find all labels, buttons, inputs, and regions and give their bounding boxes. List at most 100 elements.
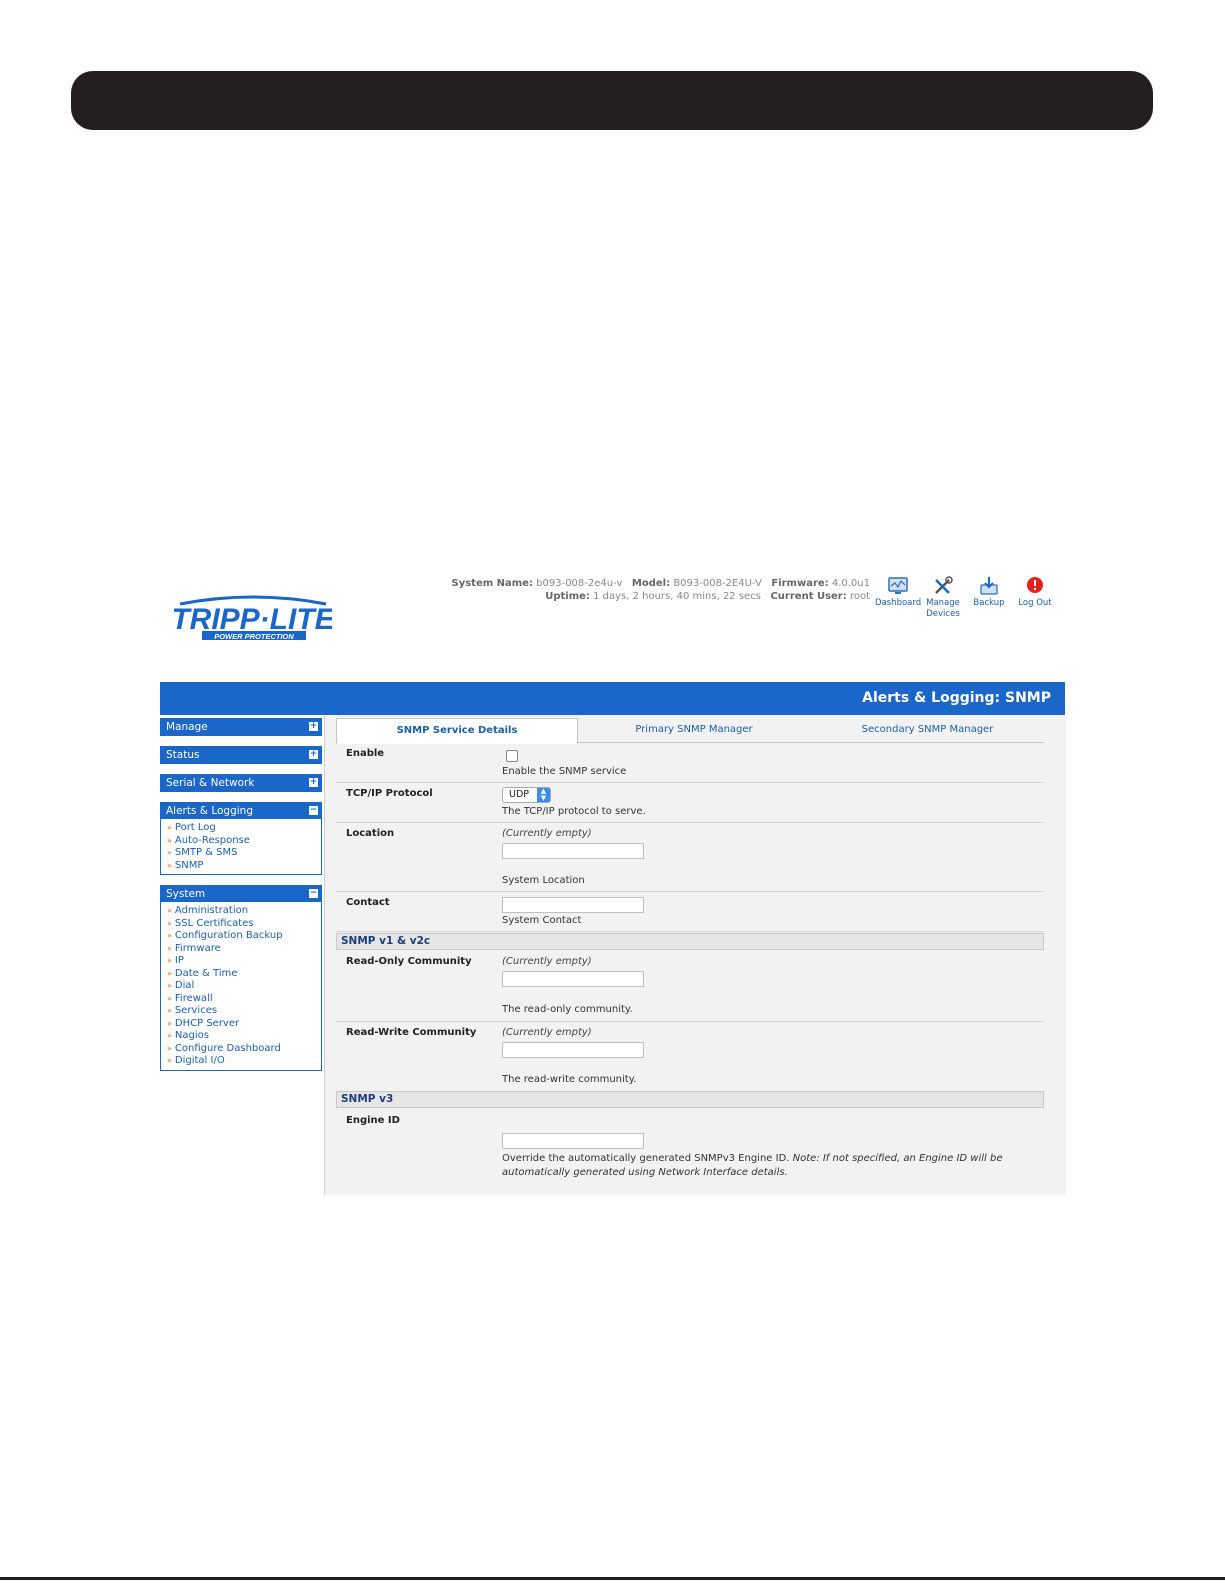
sidebar-item-configure-dashboard[interactable]: » Configure Dashboard xyxy=(167,1043,321,1056)
enable-checkbox[interactable] xyxy=(506,750,518,762)
location-row: Location (Currently empty) System Locati… xyxy=(336,823,1044,892)
sidebar-item-dial[interactable]: » Dial xyxy=(167,980,321,993)
tab-snmp-service-details[interactable]: SNMP Service Details xyxy=(336,718,578,744)
collapse-icon[interactable]: − xyxy=(309,806,318,815)
arrow-icon: » xyxy=(167,906,172,915)
sidebar-item-auto-response[interactable]: » Auto-Response xyxy=(167,835,321,848)
dashboard-button[interactable]: Dashboard xyxy=(875,576,921,609)
section-snmp-v1-v2c: SNMP v1 & v2c xyxy=(336,933,1044,950)
uptime-value: 1 days, 2 hours, 40 mins, 22 secs xyxy=(593,591,761,602)
arrow-icon: » xyxy=(167,931,172,940)
sidebar-serial-network-label: Serial & Network xyxy=(166,777,255,789)
read-write-community-label: Read-Write Community xyxy=(346,1027,477,1038)
sidebar-item-firewall[interactable]: » Firewall xyxy=(167,993,321,1006)
toolbar: Dashboard Manage Devices Backup Log Out xyxy=(875,576,1065,628)
contact-input[interactable] xyxy=(502,897,644,913)
manage-devices-label: Manage xyxy=(926,598,960,608)
sidebar-item-ip[interactable]: » IP xyxy=(167,955,321,968)
page-title-bar: Alerts & Logging: SNMP xyxy=(160,682,1065,715)
power-icon xyxy=(1027,577,1043,593)
read-only-community-input[interactable] xyxy=(502,971,644,987)
sidebar-system-header[interactable]: System − xyxy=(161,886,321,902)
dashboard-icon xyxy=(888,577,908,594)
manage-devices-label-2: Devices xyxy=(926,609,960,619)
backup-label: Backup xyxy=(973,598,1005,608)
contact-label: Contact xyxy=(346,897,390,908)
engine-id-description: Override the automatically generated SNM… xyxy=(502,1152,1032,1180)
arrow-icon: » xyxy=(167,1031,172,1040)
sidebar-item-smtp-sms[interactable]: » SMTP & SMS xyxy=(167,847,321,860)
sidebar-item-nagios[interactable]: » Nagios xyxy=(167,1030,321,1043)
logout-label: Log Out xyxy=(1018,598,1052,608)
arrow-icon: » xyxy=(167,993,172,1003)
model-value: B093-008-2E4U-V xyxy=(673,578,762,589)
sidebar-section-manage[interactable]: Manage + xyxy=(160,718,322,736)
engine-id-input[interactable] xyxy=(502,1133,644,1149)
arrow-icon: » xyxy=(167,968,172,978)
backup-icon xyxy=(980,577,998,595)
main-content: SNMP Service Details Primary SNMP Manage… xyxy=(324,715,1066,1195)
expand-icon[interactable]: + xyxy=(309,722,318,731)
collapse-icon[interactable]: − xyxy=(309,889,318,898)
contact-row: Contact System Contact xyxy=(336,892,1044,932)
tripp-lite-logo: TRIPP·LITE POWER PROTECTION xyxy=(171,586,336,642)
sidebar-item-administration[interactable]: » Administration xyxy=(167,905,321,918)
protocol-select-value: UDP xyxy=(509,789,529,800)
engine-id-note: Note: If not specified, an Engine ID wil… xyxy=(792,1153,1003,1164)
model-label: Model xyxy=(631,578,667,589)
sidebar-section-system: System − » Administration » SSL Certificat… xyxy=(160,885,322,1071)
screenshot: TRIPP·LITE POWER PROTECTION System Name:… xyxy=(160,570,1066,1195)
engine-id-description-text: Override the automatically generated SNM… xyxy=(502,1153,790,1164)
location-input[interactable] xyxy=(502,843,644,859)
sidebar-item-snmp[interactable]: » SNMP xyxy=(167,860,321,873)
tab-primary-snmp-manager[interactable]: Primary SNMP Manager xyxy=(577,718,811,742)
tools-icon xyxy=(935,576,953,594)
read-only-current-note: (Currently empty) xyxy=(502,956,592,967)
read-write-community-row: Read-Write Community (Currently empty) T… xyxy=(336,1022,1044,1092)
sidebar-status-label: Status xyxy=(166,749,200,761)
sidebar: Manage + Status + Serial & Network + Ale… xyxy=(160,718,322,1081)
protocol-label: TCP/IP Protocol xyxy=(346,788,433,799)
arrow-icon: » xyxy=(167,1018,172,1028)
expand-icon[interactable]: + xyxy=(309,750,318,759)
read-only-community-row: Read-Only Community (Currently empty) Th… xyxy=(336,951,1044,1022)
location-label: Location xyxy=(346,828,395,839)
read-write-community-input[interactable] xyxy=(502,1042,644,1058)
sidebar-alerts-header[interactable]: Alerts & Logging − xyxy=(161,803,321,819)
system-info: System Name: b093-008-2e4u-v Model: B093… xyxy=(451,578,871,602)
sidebar-item-port-log[interactable]: » Port Log xyxy=(167,822,321,835)
tab-secondary-snmp-manager[interactable]: Secondary SNMP Manager xyxy=(811,718,1044,742)
enable-row: Enable Enable the SNMP service xyxy=(336,743,1044,783)
engine-id-note-2: automatically generated using Network In… xyxy=(502,1167,788,1178)
current-user-value: root xyxy=(849,591,870,602)
arrow-icon: » xyxy=(167,835,172,845)
page-footer-rule xyxy=(0,1577,1225,1580)
protocol-description: The TCP/IP protocol to serve. xyxy=(502,806,646,817)
sidebar-item-dhcp-server[interactable]: » DHCP Server xyxy=(167,1018,321,1031)
section-snmp-v3: SNMP v3 xyxy=(336,1091,1044,1108)
protocol-select[interactable]: UDP ▲ ▼ xyxy=(502,787,551,803)
sidebar-item-date-time[interactable]: » Date & Time xyxy=(167,968,321,981)
system-name-label: System Name xyxy=(451,578,529,589)
arrow-icon: » xyxy=(167,1006,172,1015)
sidebar-item-services[interactable]: » Services xyxy=(167,1005,321,1018)
sidebar-item-ssl-certificates[interactable]: » SSL Certificates xyxy=(167,918,321,931)
sidebar-item-configuration-backup[interactable]: » Configuration Backup xyxy=(167,930,321,943)
arrow-icon: » xyxy=(167,943,172,953)
sidebar-item-digital-io[interactable]: » Digital I/O xyxy=(167,1055,321,1068)
location-description: System Location xyxy=(502,875,585,886)
backup-button[interactable]: Backup xyxy=(966,576,1012,609)
system-name-value: b093-008-2e4u-v xyxy=(536,578,623,589)
arrow-icon: » xyxy=(167,1056,172,1065)
logo-subtext: POWER PROTECTION xyxy=(214,632,294,641)
location-current-note: (Currently empty) xyxy=(502,828,592,839)
sidebar-section-status[interactable]: Status + xyxy=(160,746,322,764)
tab-bar: SNMP Service Details Primary SNMP Manage… xyxy=(336,718,1044,744)
logout-button[interactable]: Log Out xyxy=(1012,576,1058,609)
protocol-row: TCP/IP Protocol UDP ▲ ▼ The TCP/IP protoc… xyxy=(336,783,1044,823)
sidebar-section-serial-network[interactable]: Serial & Network + xyxy=(160,774,322,792)
sidebar-item-firmware[interactable]: » Firmware xyxy=(167,943,321,956)
expand-icon[interactable]: + xyxy=(309,778,318,787)
manage-devices-button[interactable]: Manage Devices xyxy=(920,576,966,620)
arrow-icon: » xyxy=(167,823,172,832)
